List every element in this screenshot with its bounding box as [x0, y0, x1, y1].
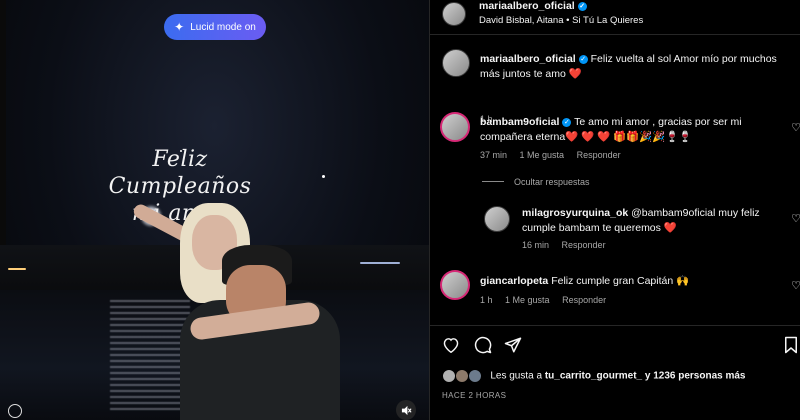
reply-button[interactable]: Responder — [562, 295, 606, 305]
author-avatar[interactable] — [442, 2, 466, 26]
post-media[interactable]: Feliz Cumpleaños mi amor ✦ Lucid mode on — [0, 0, 429, 420]
comment: bambam9oficial ✓ Te amo mi amor , gracias… — [480, 115, 780, 145]
caption-username[interactable]: mariaalbero_oficial — [480, 53, 576, 65]
comment-time[interactable]: 1 h — [480, 295, 493, 305]
hide-replies-line — [482, 181, 504, 182]
shore-light — [8, 268, 26, 270]
sparkle-icon: ✦ — [174, 20, 185, 34]
comment-username[interactable]: bambam9oficial — [480, 116, 559, 128]
like-comment-icon[interactable]: ♡ — [791, 121, 800, 134]
caption-avatar[interactable] — [442, 49, 470, 77]
reply-button[interactable]: Responder — [562, 240, 606, 250]
liker-avatar — [454, 369, 469, 383]
like-comment-icon[interactable]: ♡ — [791, 279, 800, 292]
verified-icon: ✓ — [577, 1, 587, 11]
comment-icon[interactable] — [472, 334, 494, 356]
like-reply-icon[interactable]: ♡ — [791, 212, 800, 225]
verified-icon: ✓ — [562, 117, 572, 127]
caption: mariaalbero_oficial ✓ Feliz vuelta al sol… — [480, 52, 792, 82]
post-actions — [430, 325, 800, 366]
bookmark-icon[interactable] — [780, 334, 800, 356]
liker-avatar — [442, 369, 456, 383]
star — [322, 175, 325, 178]
shore-light — [360, 262, 400, 264]
mute-icon[interactable] — [396, 400, 416, 420]
post-header: mariaalbero_oficial ✓ David Bisbal, Aitan… — [430, 0, 800, 35]
likes-summary[interactable]: Les gusta a tu_carrito_gourmet_ y 1236 p… — [442, 369, 746, 383]
comment-likes[interactable]: 1 Me gusta — [520, 150, 565, 160]
liker-avatar — [467, 369, 482, 383]
reply-username[interactable]: milagrosyurquina_ok — [522, 207, 628, 219]
comment-username[interactable]: giancarlopeta — [480, 275, 548, 287]
comments-panel: mariaalbero_oficial ✓ David Bisbal, Aitan… — [429, 0, 800, 420]
lucid-mode-label: Lucid mode on — [190, 21, 256, 33]
tagged-user-icon[interactable] — [8, 404, 22, 418]
reply-meta: 16 min Responder — [522, 240, 616, 250]
heart-icon[interactable] — [440, 334, 462, 356]
comment: giancarlopeta Feliz cumple gran Capitán … — [480, 274, 780, 289]
post-view: Feliz Cumpleaños mi amor ✦ Lucid mode on — [0, 0, 800, 420]
lucid-mode-button[interactable]: ✦ Lucid mode on — [164, 14, 266, 40]
comment-likes[interactable]: 1 Me gusta — [505, 295, 550, 305]
comment-time[interactable]: 37 min — [480, 150, 507, 160]
reply-button[interactable]: Responder — [577, 150, 621, 160]
comment-avatar[interactable] — [440, 270, 470, 300]
reply: milagrosyurquina_ok @bambam9oficial muy … — [522, 206, 784, 236]
audio-track[interactable]: David Bisbal, Aitana • Si Tú La Quieres — [479, 15, 643, 26]
verified-icon: ✓ — [578, 54, 588, 64]
greeting-line-1: Feliz Cumpleaños — [108, 147, 252, 199]
reply-time[interactable]: 16 min — [522, 240, 549, 250]
author-username-text[interactable]: mariaalbero_oficial — [479, 0, 575, 12]
hide-replies-button[interactable]: Ocultar respuestas — [514, 177, 590, 187]
likes-prefix: Les gusta a — [490, 370, 543, 382]
comment-text: Feliz cumple gran Capitán 🙌 — [551, 275, 690, 287]
likes-suffix[interactable]: y 1236 personas más — [645, 371, 746, 382]
share-icon[interactable] — [502, 334, 524, 356]
comment-meta: 37 min 1 Me gusta Responder — [480, 150, 631, 160]
comment-avatar[interactable] — [440, 112, 470, 142]
author-username[interactable]: mariaalbero_oficial ✓ — [479, 0, 587, 12]
likes-user[interactable]: tu_carrito_gourmet_ — [545, 371, 642, 382]
post-timestamp[interactable]: HACE 2 HORAS — [442, 391, 506, 400]
comment-meta: 1 h 1 Me gusta Responder — [480, 295, 616, 305]
reply-avatar[interactable] — [484, 206, 510, 232]
couple-photo — [130, 195, 350, 420]
